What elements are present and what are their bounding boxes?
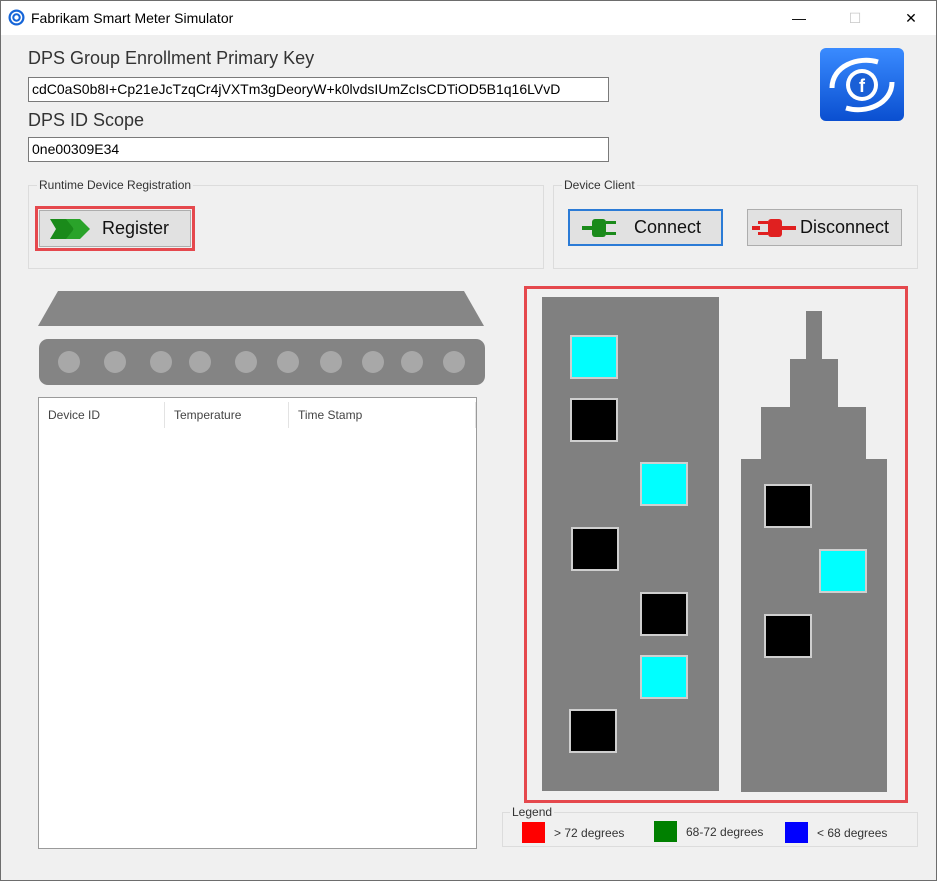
legend-swatch-hot — [522, 822, 545, 843]
building-2-window — [819, 549, 867, 593]
device-hub-graphic — [38, 291, 485, 385]
building-1 — [542, 297, 719, 791]
building-1-window — [640, 655, 688, 699]
building-1-window — [570, 335, 618, 379]
buildings-graphic — [542, 297, 887, 792]
device-table[interactable]: Device ID Temperature Time Stamp — [38, 397, 477, 849]
connect-label: Connect — [634, 217, 702, 237]
id-scope-label: DPS ID Scope — [28, 110, 145, 130]
registration-group-label: Runtime Device Registration — [37, 178, 194, 192]
maximize-button[interactable]: ☐ — [832, 1, 878, 35]
minimize-button[interactable]: — — [776, 1, 822, 35]
svg-text:f: f — [859, 76, 866, 96]
column-header-device-id[interactable]: Device ID — [39, 402, 165, 428]
building-1-window — [569, 709, 617, 753]
plug-connect-icon — [582, 218, 616, 237]
legend-title: Legend — [510, 805, 555, 819]
primary-key-label: DPS Group Enrollment Primary Key — [28, 48, 315, 68]
disconnect-button[interactable]: Disconnect — [747, 209, 902, 246]
building-1-body — [542, 297, 719, 791]
legend-swatch-normal — [654, 821, 677, 842]
disconnect-label: Disconnect — [800, 217, 890, 237]
building-1-window — [570, 398, 618, 442]
register-button[interactable]: Register — [39, 210, 191, 247]
column-header-time-stamp[interactable]: Time Stamp — [289, 402, 476, 428]
app-window: Fabrikam Smart Meter Simulator — ☐ ✕ DPS… — [0, 0, 937, 881]
close-button[interactable]: ✕ — [888, 1, 934, 35]
building-2 — [741, 311, 887, 792]
legend-swatch-cold — [785, 822, 808, 843]
plug-disconnect-icon — [752, 218, 796, 237]
primary-key-input[interactable]: cdC0aS0b8I+Cp21eJcTzqCr4jVXTm3gDeoryW+k0… — [28, 77, 609, 102]
legend-label-normal: 68-72 degrees — [686, 825, 764, 839]
app-logo-icon — [8, 9, 25, 26]
register-label: Register — [102, 218, 170, 238]
device-client-group-label: Device Client — [562, 178, 637, 192]
building-2-window — [764, 484, 812, 528]
building-2-window — [764, 614, 812, 658]
column-header-temperature[interactable]: Temperature — [165, 402, 289, 428]
building-1-window — [640, 462, 688, 506]
legend-label-hot: > 72 degrees — [554, 826, 625, 840]
window-title: Fabrikam Smart Meter Simulator — [31, 10, 234, 26]
arrow-right-icon — [50, 218, 90, 239]
id-scope-input[interactable]: 0ne00309E34 — [28, 137, 609, 162]
legend-label-cold: < 68 degrees — [817, 826, 888, 840]
fabrikam-logo: f — [820, 48, 904, 121]
title-bar[interactable]: Fabrikam Smart Meter Simulator — ☐ ✕ — [1, 1, 936, 35]
connect-button[interactable]: Connect — [568, 209, 723, 246]
building-1-window — [640, 592, 688, 636]
building-1-window — [571, 527, 619, 571]
